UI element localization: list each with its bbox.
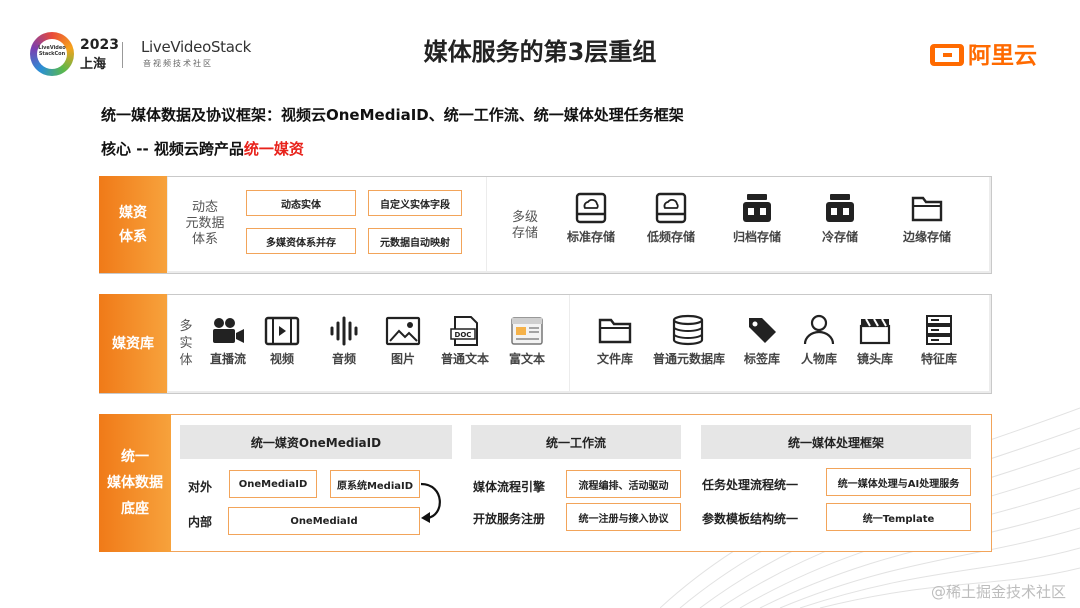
subtitle-line-2: 核心 -- 视频云跨产品统一媒资	[101, 138, 304, 159]
row2-label: 媒资库	[99, 294, 167, 393]
box-onemediaid: OneMediaID	[229, 470, 317, 498]
person-icon	[803, 314, 835, 345]
template-struct-label: 参数模板结构统一	[702, 512, 799, 526]
box-multi-system: 多媒资体系并存	[246, 228, 356, 254]
storage-edge-label: 边缘存储	[902, 230, 951, 244]
lib-feature-label: 特征库	[920, 352, 957, 366]
watermark: @稀土掘金技术社区	[930, 583, 1066, 601]
entity-plain-text-label: 普通文本	[440, 352, 489, 366]
box-media-ai-service: 统一媒体处理与AI处理服务	[826, 468, 971, 496]
aliyun-text: 阿里云	[968, 43, 1037, 69]
row1-label: 媒资 体系	[99, 176, 167, 273]
box-orchestration: 流程编排、活动驱动	[566, 470, 681, 498]
box-internal-onemediaid: OneMediaId	[228, 507, 420, 535]
video-camera-icon	[213, 318, 244, 343]
storage-infrequent: 低频存储	[636, 192, 706, 245]
col-processing-header: 统一媒体处理框架	[701, 425, 971, 459]
service-registry-label: 开放服务注册	[473, 512, 546, 526]
entity-plain-text: DOC 普通文本	[430, 316, 500, 367]
box-dynamic-entity: 动态实体	[246, 190, 356, 216]
entity-rich-text: 富文本	[492, 316, 562, 367]
tag-icon	[749, 318, 776, 343]
video-play-icon	[264, 316, 300, 346]
box-metadata-mapping: 元数据自动映射	[368, 228, 462, 254]
archive-icon	[743, 194, 771, 222]
page-title: 媒体服务的第3层重组	[423, 38, 657, 66]
box-custom-field: 自定义实体字段	[368, 190, 462, 216]
storage-archive-label: 归档存储	[732, 230, 781, 244]
box-unified-template: 统一Template	[826, 503, 971, 531]
aliyun-logo: 阿里云	[930, 36, 1037, 70]
lib-feature: 特征库	[904, 314, 974, 367]
database-icon	[672, 314, 704, 346]
folder-icon	[911, 196, 943, 222]
mapping-arrow-icon	[420, 482, 441, 523]
aliyun-icon	[930, 44, 964, 66]
entity-video-label: 视频	[269, 352, 294, 366]
entity-image: 图片	[368, 316, 438, 367]
lib-metadata-label: 普通元数据库	[653, 352, 726, 366]
box-legacy-mediaid: 原系统MediaID	[330, 470, 420, 498]
subtitle-line-1: 统一媒体数据及协议框架：视频云OneMediaID、统一工作流、统一媒体处理任务…	[101, 106, 684, 124]
storage-archive: 归档存储	[722, 192, 792, 245]
storage-label: 多级 存储	[511, 210, 538, 241]
cloud-drive-icon	[575, 192, 607, 224]
image-icon	[385, 316, 421, 346]
server-icon	[926, 315, 952, 345]
storage-cold: 冷存储	[805, 192, 875, 245]
clapper-icon	[859, 318, 891, 345]
audio-wave-icon	[330, 316, 358, 346]
col-workflow-header: 统一工作流	[471, 425, 681, 459]
task-flow-label: 任务处理流程统一	[702, 478, 799, 492]
subtitle-line-2-highlight: 统一媒资	[243, 140, 304, 158]
doc-icon: DOC	[450, 316, 478, 346]
storage-cold-label: 冷存储	[821, 230, 858, 244]
entity-image-label: 图片	[390, 352, 415, 366]
rich-doc-icon	[511, 317, 543, 345]
storage-edge: 边缘存储	[892, 192, 962, 245]
storage-standard: 标准存储	[556, 192, 626, 245]
cloud-drive-icon	[655, 192, 687, 224]
archive-icon	[826, 194, 854, 222]
col-onemediaid-header: 统一媒资OneMediaID	[180, 425, 452, 459]
metadata-label: 动态 元数据 体系	[185, 200, 225, 247]
lib-metadata: 普通元数据库	[653, 314, 726, 367]
svg-text:DOC: DOC	[455, 331, 472, 339]
folder-icon	[598, 318, 632, 344]
entity-rich-text-label: 富文本	[508, 352, 545, 366]
external-label: 对外	[188, 480, 213, 494]
workflow-engine-label: 媒体流程引擎	[473, 480, 546, 494]
lib-shot-label: 镜头库	[856, 352, 893, 366]
storage-infrequent-label: 低频存储	[646, 230, 695, 244]
storage-standard-label: 标准存储	[566, 230, 615, 244]
lib-shot: 镜头库	[840, 314, 910, 367]
lib-file-label: 文件库	[596, 352, 633, 366]
box-registration-protocol: 统一注册与接入协议	[566, 503, 681, 531]
entity-video: 视频	[247, 316, 317, 367]
row3-label: 统一 媒体数据 底座	[99, 414, 171, 552]
internal-label: 内部	[188, 515, 213, 529]
subtitle-line-2-prefix: 核心 -- 视频云跨产品	[101, 140, 244, 158]
lib-file: 文件库	[580, 314, 650, 367]
